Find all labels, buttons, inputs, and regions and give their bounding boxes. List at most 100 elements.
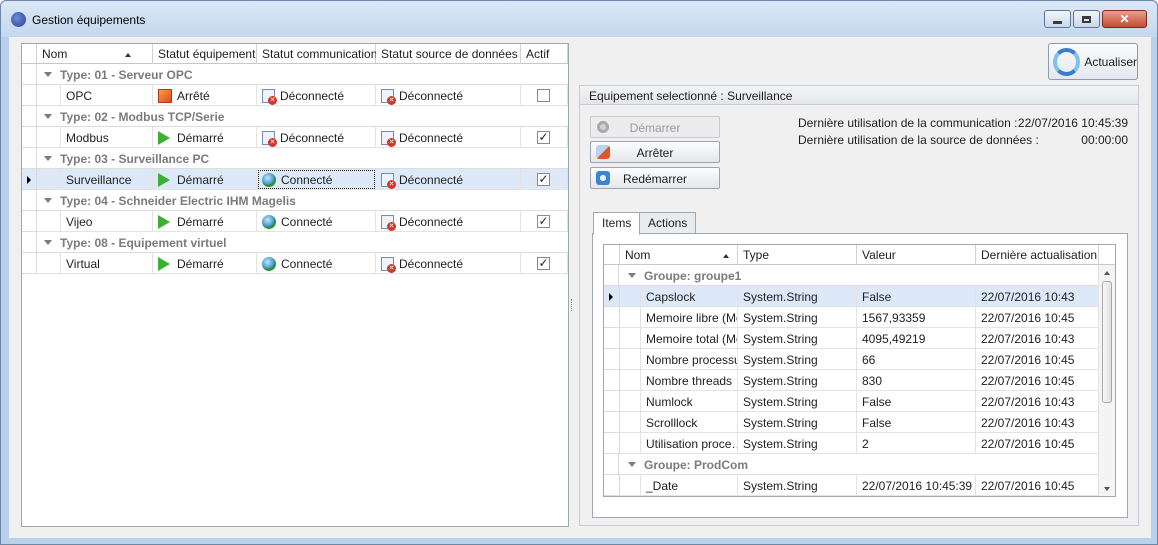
column-header-value[interactable]: Valeur: [857, 245, 976, 265]
scroll-up-icon[interactable]: [1104, 271, 1110, 275]
cell-updated[interactable]: 22/07/2016 10:45: [976, 475, 1099, 496]
cell-comm-status[interactable]: Déconnecté: [257, 127, 376, 148]
cell-source-status[interactable]: Déconnecté: [376, 253, 521, 274]
cell-type[interactable]: System.String: [738, 391, 857, 412]
minimize-button[interactable]: [1044, 10, 1071, 28]
cell-type[interactable]: System.String: [738, 307, 857, 328]
table-row[interactable]: Nombre threads System.String 830 22/07/2016…: [604, 370, 1099, 391]
cell-value[interactable]: 830: [857, 370, 976, 391]
cell-name[interactable]: Utilisation proce…: [641, 433, 738, 454]
title-bar[interactable]: Gestion équipements ✕: [1, 1, 1157, 37]
table-row[interactable]: Scrolllock System.String False 22/07/2016 1…: [604, 412, 1099, 433]
cell-equipment-status[interactable]: Arrêté: [153, 85, 257, 106]
cell-updated[interactable]: 22/07/2016 10:45: [976, 307, 1099, 328]
cell-equipment-status[interactable]: Démarré: [153, 169, 257, 190]
cell-updated[interactable]: 22/07/2016 10:43: [976, 286, 1099, 307]
table-row[interactable]: Utilisation proce… System.String 2 22/07/20…: [604, 433, 1099, 454]
cell-name[interactable]: Modbus: [61, 127, 153, 148]
table-row[interactable]: Memoire total (Mo) System.String 4095,4921…: [604, 328, 1099, 349]
maximize-button[interactable]: [1073, 10, 1100, 28]
cell-name[interactable]: Numlock: [641, 391, 738, 412]
cell-value[interactable]: False: [857, 412, 976, 433]
cell-name[interactable]: _Date: [641, 475, 738, 496]
tab-items[interactable]: Items: [593, 212, 641, 235]
cell-value[interactable]: 4095,49219: [857, 328, 976, 349]
refresh-button[interactable]: Actualiser: [1048, 43, 1138, 80]
splitter-handle[interactable]: [571, 299, 574, 311]
cell-comm-status[interactable]: Connecté: [257, 169, 376, 190]
cell-source-status[interactable]: Déconnecté: [376, 169, 521, 190]
cell-name[interactable]: Virtual: [61, 253, 153, 274]
column-header-equipment-status[interactable]: Statut équipement: [153, 44, 257, 64]
expand-arrow-icon[interactable]: [44, 156, 52, 161]
cell-updated[interactable]: 22/07/2016 10:43: [976, 328, 1099, 349]
cell-value[interactable]: False: [857, 391, 976, 412]
stop-button[interactable]: Arrêter: [590, 141, 720, 163]
cell-type[interactable]: System.String: [738, 433, 857, 454]
cell-equipment-status[interactable]: Démarré: [153, 127, 257, 148]
cell-type[interactable]: System.String: [738, 349, 857, 370]
cell-type[interactable]: System.String: [738, 328, 857, 349]
cell-updated[interactable]: 22/07/2016 10:45: [976, 349, 1099, 370]
cell-comm-status[interactable]: Déconnecté: [257, 85, 376, 106]
items-grid[interactable]: Nom Type Valeur Dernière actualisation G…: [603, 244, 1116, 497]
column-header-comm-status[interactable]: Statut communication: [257, 44, 377, 64]
expand-arrow-icon[interactable]: [44, 72, 52, 77]
table-row[interactable]: OPC Arrêté Déconnecté Déconnecté: [22, 85, 568, 106]
active-checkbox[interactable]: ✓: [537, 257, 550, 270]
expand-arrow-icon[interactable]: [44, 114, 52, 119]
cell-updated[interactable]: 22/07/2016 10:45: [976, 370, 1099, 391]
cell-value[interactable]: 66: [857, 349, 976, 370]
group-row[interactable]: Groupe: ProdCom: [604, 454, 1099, 475]
cell-equipment-status[interactable]: Démarré: [153, 211, 257, 232]
group-row[interactable]: Type: 04 - Schneider Electric IHM Mageli…: [22, 190, 568, 211]
tab-actions[interactable]: Actions: [639, 212, 697, 234]
equipment-grid[interactable]: Nom Statut équipement Statut communicati…: [21, 43, 569, 527]
cell-type[interactable]: System.String: [738, 286, 857, 307]
items-vertical-scrollbar[interactable]: [1098, 265, 1115, 496]
cell-value[interactable]: 2: [857, 433, 976, 454]
cell-name[interactable]: Memoire total (Mo): [641, 328, 738, 349]
active-checkbox[interactable]: ✓: [537, 173, 550, 186]
column-header-name[interactable]: Nom: [37, 44, 153, 64]
cell-value[interactable]: 1567,93359: [857, 307, 976, 328]
cell-name[interactable]: Memoire libre (Mo): [641, 307, 738, 328]
cell-type[interactable]: System.String: [738, 412, 857, 433]
active-checkbox[interactable]: ✓: [537, 215, 550, 228]
cell-comm-status[interactable]: Connecté: [257, 253, 376, 274]
expand-arrow-icon[interactable]: [628, 273, 636, 278]
column-header-source-status[interactable]: Statut source de données: [376, 44, 521, 64]
group-row[interactable]: Type: 02 - Modbus TCP/Serie: [22, 106, 568, 127]
table-row[interactable]: Nombre processus System.String 66 22/07/201…: [604, 349, 1099, 370]
cell-source-status[interactable]: Déconnecté: [376, 211, 521, 232]
column-header-type[interactable]: Type: [738, 245, 857, 265]
active-checkbox[interactable]: ✓: [537, 131, 550, 144]
column-header-updated[interactable]: Dernière actualisation: [976, 245, 1099, 265]
group-row[interactable]: Type: 01 - Serveur OPC: [22, 64, 568, 85]
expand-arrow-icon[interactable]: [44, 240, 52, 245]
cell-equipment-status[interactable]: Démarré: [153, 253, 257, 274]
expand-arrow-icon[interactable]: [44, 198, 52, 203]
cell-name[interactable]: Nombre processus: [641, 349, 738, 370]
table-row[interactable]: Capslock System.String False 22/07/2016 10:…: [604, 286, 1099, 307]
cell-name[interactable]: Nombre threads: [641, 370, 738, 391]
cell-type[interactable]: System.String: [738, 370, 857, 391]
group-row[interactable]: Groupe: groupe1: [604, 265, 1099, 286]
table-row[interactable]: _Date System.String 22/07/2016 10:45:39 22/…: [604, 475, 1099, 496]
table-row[interactable]: Vijeo Démarré Connecté Déconnecté ✓: [22, 211, 568, 232]
scroll-down-icon[interactable]: [1104, 487, 1110, 491]
active-checkbox[interactable]: [537, 89, 550, 102]
scrollbar-thumb[interactable]: [1102, 281, 1112, 403]
table-row[interactable]: Numlock System.String False 22/07/2016 10:4…: [604, 391, 1099, 412]
table-row[interactable]: Virtual Démarré Connecté Déconnecté ✓: [22, 253, 568, 274]
cell-name[interactable]: Vijeo: [61, 211, 153, 232]
cell-value[interactable]: False: [857, 286, 976, 307]
cell-updated[interactable]: 22/07/2016 10:43: [976, 412, 1099, 433]
group-row[interactable]: Type: 03 - Surveillance PC: [22, 148, 568, 169]
cell-value[interactable]: 22/07/2016 10:45:39: [857, 475, 976, 496]
cell-updated[interactable]: 22/07/2016 10:45: [976, 433, 1099, 454]
table-row[interactable]: Modbus Démarré Déconnecté Déconnecté ✓: [22, 127, 568, 148]
cell-source-status[interactable]: Déconnecté: [376, 127, 521, 148]
close-button[interactable]: ✕: [1102, 10, 1147, 28]
restart-button[interactable]: Redémarrer: [590, 167, 720, 189]
